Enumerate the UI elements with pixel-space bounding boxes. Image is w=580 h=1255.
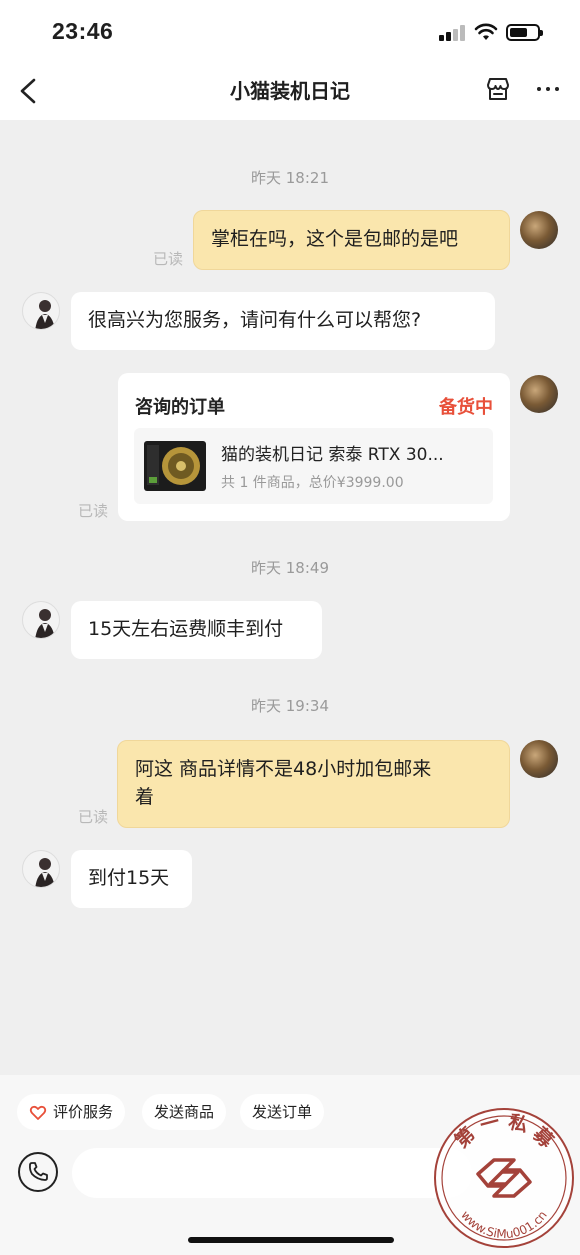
my-avatar[interactable]	[520, 211, 558, 249]
send-product-button[interactable]: 发送商品	[142, 1094, 227, 1130]
rate-service-button[interactable]: 评价服务	[17, 1094, 126, 1130]
read-status: 已读	[78, 808, 109, 826]
timestamp: 昨天 18:21	[251, 169, 329, 187]
signal-icon	[439, 25, 467, 41]
shop-avatar[interactable]	[22, 850, 60, 888]
my-avatar[interactable]	[520, 740, 558, 778]
shop-avatar[interactable]	[22, 601, 60, 639]
more-icon[interactable]	[534, 76, 562, 102]
phone-icon	[29, 1162, 48, 1181]
home-indicator	[188, 1237, 394, 1243]
message-line: 着	[135, 786, 155, 808]
send-order-button[interactable]: 发送订单	[240, 1094, 325, 1130]
status-time: 23:46	[52, 18, 114, 44]
phone-call-button[interactable]	[18, 1152, 58, 1192]
heart-icon	[29, 1105, 47, 1120]
product-name: 猫的装机日记 索泰 RTX 30...	[221, 445, 444, 465]
product-thumbnail	[144, 441, 206, 491]
order-summary: 共 1 件商品，总价¥3999.00	[221, 475, 404, 491]
wifi-icon	[474, 23, 498, 40]
read-status: 已读	[78, 502, 109, 520]
order-card[interactable]: 咨询的订单 备货中 猫的装机日记 索泰 RTX 30... 共 1 件商品，总价…	[118, 373, 510, 521]
watermark-seal: 第 一 私 募 www.SiMu001.cn	[434, 1108, 574, 1248]
battery-icon	[506, 24, 543, 41]
shop-message[interactable]: 15天左右运费顺丰到付	[71, 601, 322, 659]
shop-avatar[interactable]	[22, 292, 60, 330]
message-line: 阿这 商品详情不是48小时加包邮来	[135, 758, 432, 780]
chip-label: 发送订单	[252, 1103, 313, 1121]
my-message[interactable]: 掌柜在吗，这个是包邮的是吧	[193, 210, 510, 270]
timestamp: 昨天 18:49	[251, 559, 329, 577]
chip-label: 发送商品	[154, 1103, 215, 1121]
nav-header: 小猫装机日记	[0, 66, 580, 120]
chat-area: 昨天 18:21 掌柜在吗，这个是包邮的是吧 已读 很高兴为您服务，请问有什么可…	[0, 120, 580, 1075]
order-card-title: 咨询的订单	[135, 397, 225, 418]
read-status: 已读	[153, 250, 184, 268]
message-input[interactable]	[72, 1148, 472, 1198]
shop-icon[interactable]	[483, 74, 513, 104]
shop-message[interactable]: 到付15天	[71, 850, 192, 908]
timestamp: 昨天 19:34	[251, 697, 329, 715]
status-bar: 23:46	[0, 0, 580, 66]
order-item[interactable]: 猫的装机日记 索泰 RTX 30... 共 1 件商品，总价¥3999.00	[134, 428, 493, 504]
shop-message[interactable]: 很高兴为您服务，请问有什么可以帮您?	[71, 292, 495, 350]
chip-label: 评价服务	[53, 1103, 114, 1121]
my-avatar[interactable]	[520, 375, 558, 413]
my-message[interactable]: 阿这 商品详情不是48小时加包邮来 着	[117, 740, 510, 828]
order-status-badge: 备货中	[439, 397, 493, 418]
